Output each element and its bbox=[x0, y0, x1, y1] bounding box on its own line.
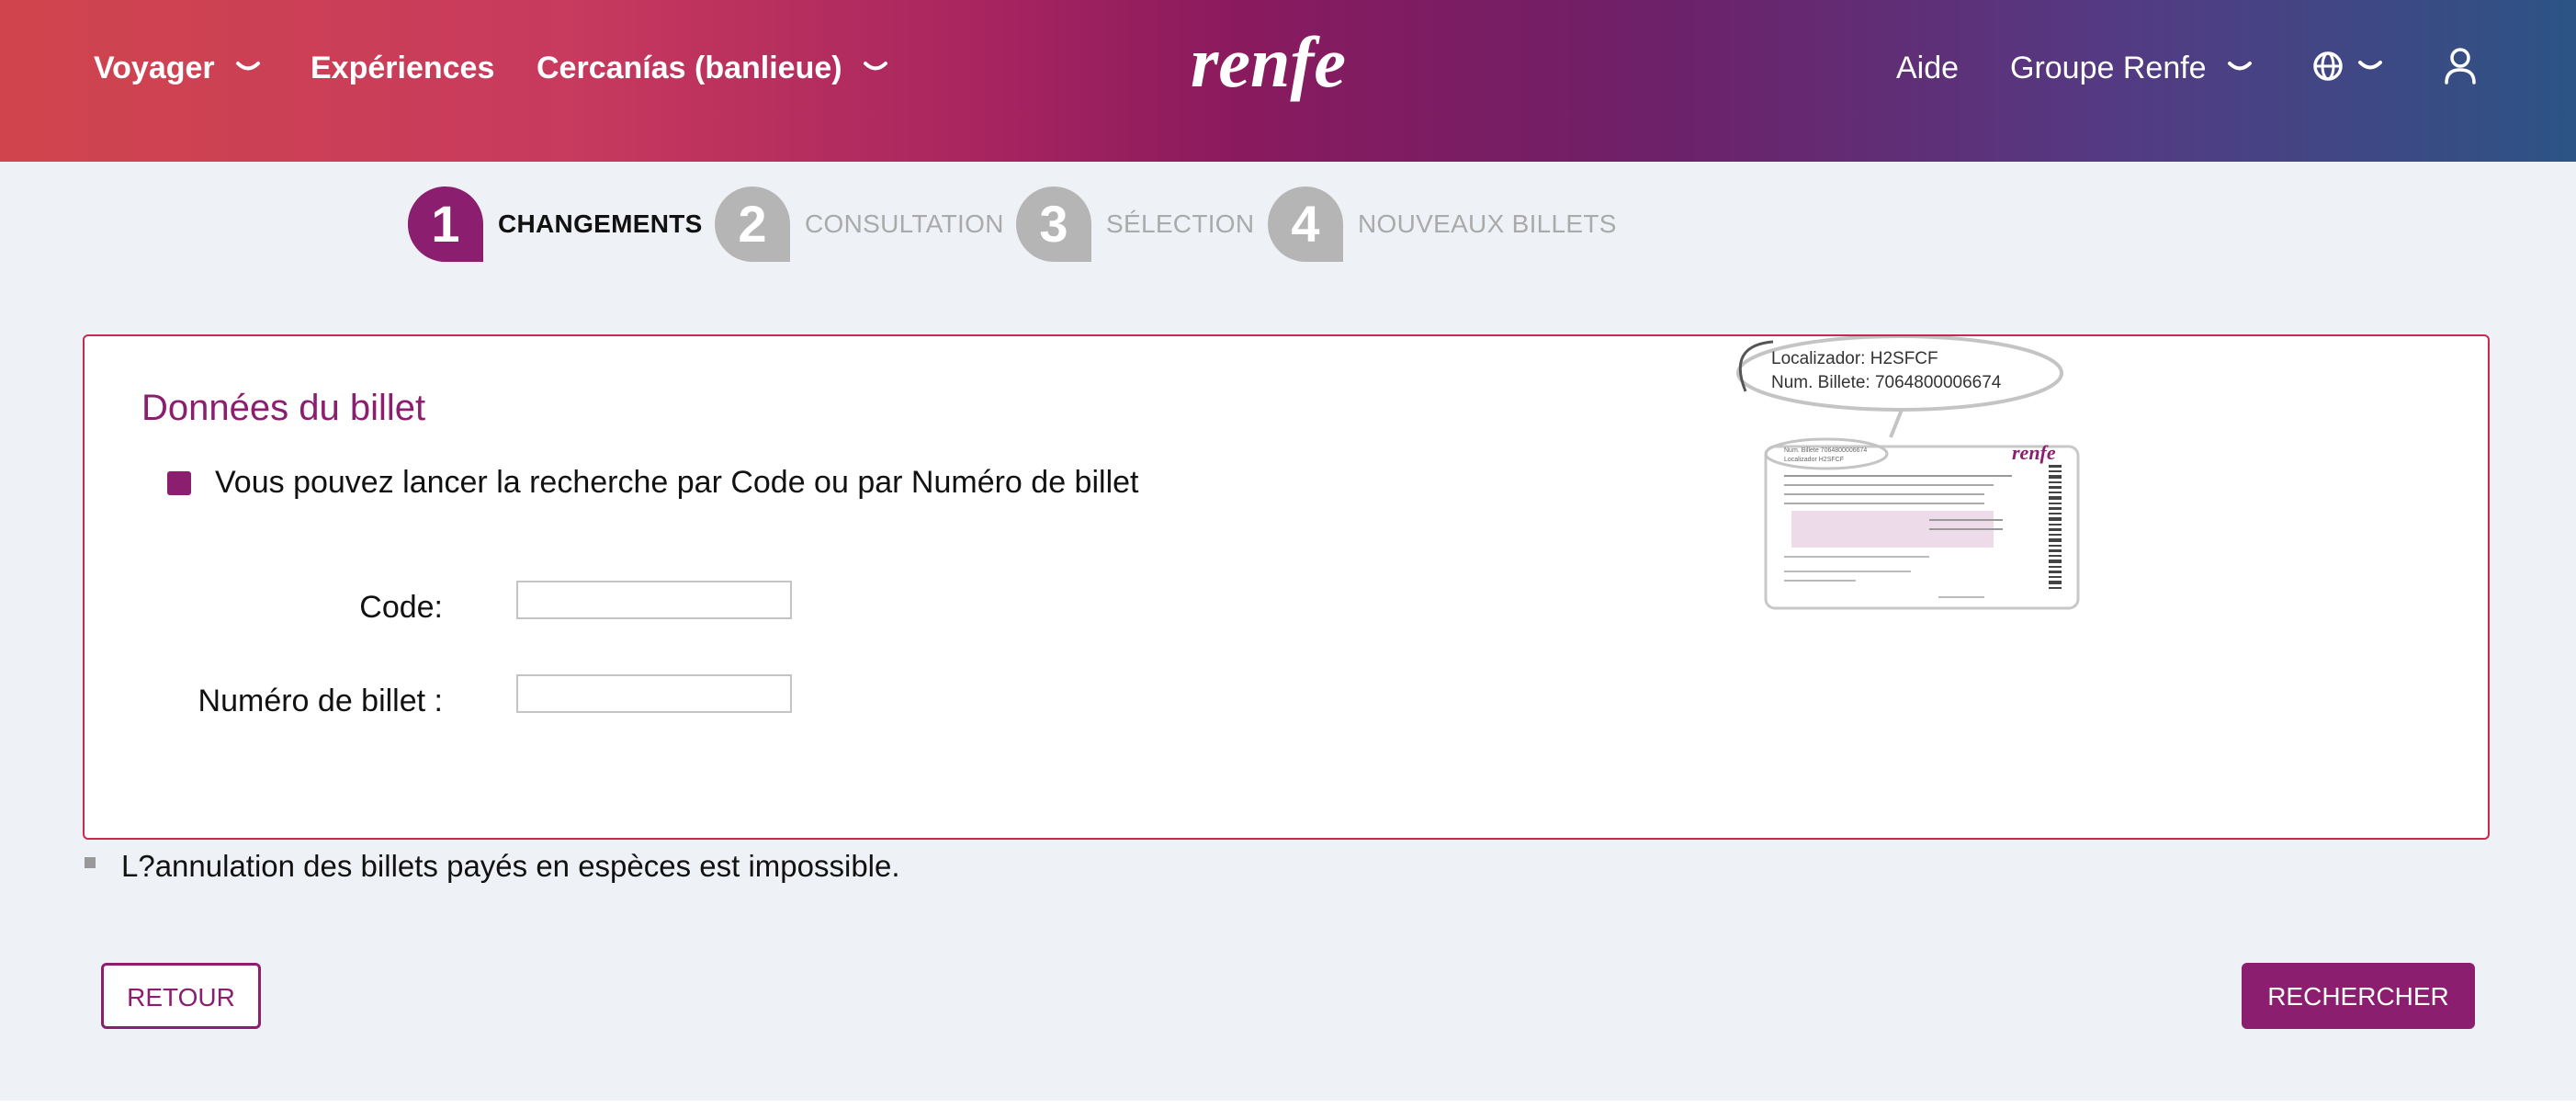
step-2-label: CONSULTATION bbox=[805, 209, 1004, 238]
nav-voyager-label: Voyager bbox=[94, 51, 215, 85]
step-1-number: 1 bbox=[431, 195, 460, 253]
nav-groupe-renfe-label: Groupe Renfe bbox=[2010, 51, 2207, 85]
step-2-badge: 2 bbox=[713, 185, 792, 264]
step-1-badge: 1 bbox=[406, 185, 485, 264]
step-4-number: 4 bbox=[1291, 195, 1320, 253]
search-button[interactable]: RECHERCHER bbox=[2242, 963, 2475, 1029]
globe-icon bbox=[2313, 51, 2382, 81]
nav-groupe-renfe[interactable]: Groupe Renfe bbox=[2010, 48, 2253, 88]
ticket-data-panel: Données du billet Vous pouvez lancer la … bbox=[83, 334, 2490, 840]
panel-title: Données du billet bbox=[141, 388, 426, 428]
svg-text:Num. Billete 7064800006674: Num. Billete 7064800006674 bbox=[1784, 447, 1867, 454]
step-1-label: CHANGEMENTS bbox=[498, 209, 703, 238]
top-navigation-bar: Voyager Expériences Cercanías (banlieue)… bbox=[0, 0, 2576, 162]
svg-text:Localizador H2SFCF: Localizador H2SFCF bbox=[1784, 457, 1844, 463]
step-consultation: 2 CONSULTATION bbox=[713, 184, 1004, 265]
nav-cercanias[interactable]: Cercanías (banlieue) bbox=[537, 48, 888, 88]
ticket-number-label: Numéro de billet : bbox=[198, 684, 443, 718]
renfe-logo-text: renfe bbox=[1191, 22, 1346, 102]
notice-bullet-icon bbox=[85, 857, 96, 868]
chevron-down-icon bbox=[863, 59, 888, 77]
nav-aide-label: Aide bbox=[1896, 51, 1960, 85]
nav-cercanias-label: Cercanías (banlieue) bbox=[537, 51, 842, 85]
bubble-localizador: Localizador: H2SFCF bbox=[1771, 349, 1938, 368]
nav-experiences-label: Expériences bbox=[311, 51, 495, 85]
step-3-badge: 3 bbox=[1014, 185, 1093, 264]
cash-cancellation-notice: L?annulation des billets payés en espèce… bbox=[85, 849, 900, 884]
user-account-button[interactable] bbox=[2442, 46, 2479, 86]
step-selection: 3 SÉLECTION bbox=[1014, 184, 1254, 265]
code-input[interactable] bbox=[516, 581, 792, 619]
ticket-number-input[interactable] bbox=[516, 674, 792, 713]
chevron-down-icon bbox=[235, 59, 261, 77]
ticket-illustration: Localizador: H2SFCF Num. Billete: 706480… bbox=[1709, 334, 2186, 630]
renfe-logo-mark: renfe bbox=[1191, 22, 1346, 102]
step-nouveaux-billets: 4 NOUVEAUX BILLETS bbox=[1266, 184, 1617, 265]
search-hint: Vous pouvez lancer la recherche par Code… bbox=[167, 465, 1138, 501]
nav-aide[interactable]: Aide bbox=[1896, 48, 1959, 88]
language-selector[interactable] bbox=[2311, 48, 2389, 85]
notice-text: L?annulation des billets payés en espèce… bbox=[121, 849, 900, 883]
step-4-label: NOUVEAUX BILLETS bbox=[1358, 209, 1617, 238]
step-4-badge: 4 bbox=[1266, 185, 1345, 264]
nav-experiences[interactable]: Expériences bbox=[311, 48, 494, 88]
search-hint-text: Vous pouvez lancer la recherche par Code… bbox=[215, 465, 1139, 500]
user-icon bbox=[2445, 48, 2476, 85]
bullet-square-icon bbox=[167, 470, 191, 495]
step-2-number: 2 bbox=[738, 195, 767, 253]
step-changements: 1 CHANGEMENTS bbox=[406, 184, 703, 265]
code-label: Code: bbox=[359, 590, 443, 625]
ticket-brand: renfe bbox=[2012, 441, 2056, 464]
footer-band bbox=[0, 1101, 2576, 1119]
renfe-logo[interactable]: renfe bbox=[1185, 22, 1396, 114]
step-3-number: 3 bbox=[1039, 195, 1068, 253]
bubble-num-billete: Num. Billete: 7064800006674 bbox=[1771, 373, 2002, 392]
chevron-down-icon bbox=[2227, 59, 2253, 77]
step-3-label: SÉLECTION bbox=[1106, 209, 1255, 238]
back-button[interactable]: RETOUR bbox=[101, 963, 261, 1029]
nav-voyager[interactable]: Voyager bbox=[94, 48, 261, 88]
